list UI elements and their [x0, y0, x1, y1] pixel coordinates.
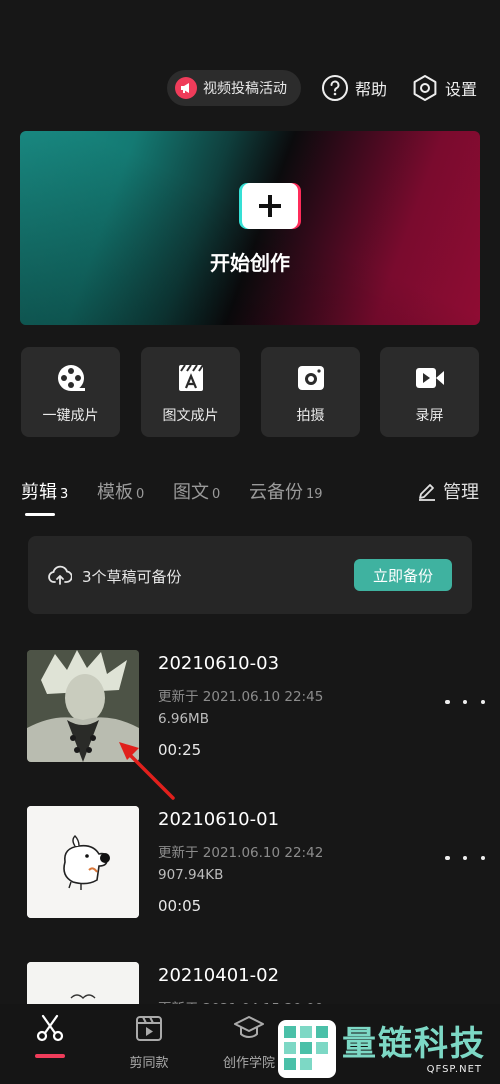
tab-label: 剪辑: [21, 482, 57, 503]
draft-title: 20210610-01: [158, 809, 280, 830]
more-options-icon[interactable]: [445, 692, 485, 712]
help-button[interactable]: 帮助: [321, 72, 387, 104]
shoot-button[interactable]: 拍摄: [261, 347, 360, 437]
quick-tools: 一键成片 图文成片 拍摄 录屏: [21, 347, 480, 437]
megaphone-icon: [175, 77, 197, 99]
tab-edit[interactable]: 剪辑 3: [21, 478, 68, 504]
camera-icon: [296, 363, 326, 393]
watermark: 量链科技 QFSP.NET: [278, 1016, 500, 1082]
active-nav-indicator: [35, 1054, 65, 1058]
watermark-logo-icon: [278, 1020, 336, 1078]
tool-label: 一键成片: [42, 408, 99, 424]
settings-button[interactable]: 设置: [411, 72, 477, 104]
draft-duration: 00:05: [158, 897, 202, 915]
graduation-cap-icon: [233, 1012, 265, 1044]
draft-item[interactable]: 20210610-01 更新于 2021.06.10 22:42 907.94K…: [27, 806, 485, 918]
start-creation-banner[interactable]: 开始创作: [20, 131, 480, 325]
settings-label: 设置: [445, 80, 478, 99]
backup-now-button[interactable]: 立即备份: [354, 559, 452, 591]
tab-cloud-backup[interactable]: 云备份 19: [249, 478, 323, 504]
nav-template[interactable]: 剪同款: [104, 1012, 194, 1071]
text-to-video-icon: [177, 363, 205, 393]
nav-label: 剪同款: [129, 1056, 169, 1071]
tab-count: 19: [306, 487, 323, 502]
nav-edit[interactable]: [5, 1012, 95, 1058]
screen-record-button[interactable]: 录屏: [380, 347, 479, 437]
draft-updated: 更新于 2021.06.10 22:42: [158, 845, 324, 861]
plus-icon[interactable]: [242, 183, 298, 229]
manage-label: 管理: [443, 482, 479, 503]
tab-label: 模板: [97, 482, 133, 503]
top-bar: 视频投稿活动 帮助 设置: [0, 70, 500, 108]
backup-card: 3个草稿可备份 立即备份: [28, 536, 472, 614]
tab-template[interactable]: 模板 0: [97, 478, 144, 504]
tab-label: 云备份: [249, 482, 303, 503]
draft-duration: 00:25: [158, 741, 202, 759]
more-options-icon[interactable]: [445, 848, 485, 868]
tool-label: 拍摄: [296, 408, 325, 424]
watermark-text: 量链科技: [342, 1023, 486, 1064]
tool-label: 图文成片: [162, 408, 219, 424]
one-click-video-button[interactable]: 一键成片: [21, 347, 120, 437]
screen-record-icon: [414, 363, 446, 393]
draft-title: 20210610-03: [158, 653, 280, 674]
watermark-subtext: QFSP.NET: [426, 1063, 482, 1075]
question-circle-icon: [321, 74, 349, 102]
tab-image-text[interactable]: 图文 0: [173, 478, 220, 504]
film-reel-icon: [56, 363, 86, 393]
draft-updated: 更新于 2021.06.10 22:45: [158, 689, 324, 705]
tab-count: 3: [60, 487, 69, 502]
tab-count: 0: [212, 487, 221, 502]
manage-button[interactable]: 管理: [417, 478, 479, 504]
start-creation-label: 开始创作: [210, 251, 290, 275]
pencil-icon: [417, 481, 437, 501]
gear-icon: [411, 74, 439, 102]
video-submission-activity-button[interactable]: 视频投稿活动: [167, 70, 301, 106]
help-label: 帮助: [355, 80, 388, 99]
draft-size: 907.94KB: [158, 867, 224, 883]
clapper-icon: [134, 1012, 164, 1044]
draft-title: 20210401-02: [158, 965, 280, 986]
nav-label: 创作学院: [222, 1056, 275, 1071]
scissors-icon: [35, 1012, 65, 1044]
draft-tabs: 剪辑 3 模板 0 图文 0 云备份 19 管理: [21, 478, 480, 518]
backup-text: 3个草稿可备份: [82, 568, 182, 586]
draft-thumbnail: [27, 806, 139, 918]
cloud-upload-icon: [48, 565, 73, 589]
draft-size: 6.96MB: [158, 711, 209, 727]
draft-item[interactable]: 20210610-03 更新于 2021.06.10 22:45 6.96MB …: [27, 650, 485, 800]
active-tab-indicator: [25, 513, 55, 516]
tab-label: 图文: [173, 482, 209, 503]
activity-label: 视频投稿活动: [203, 81, 287, 97]
tool-label: 录屏: [415, 408, 444, 424]
text-to-video-button[interactable]: 图文成片: [141, 347, 240, 437]
tab-count: 0: [136, 487, 145, 502]
